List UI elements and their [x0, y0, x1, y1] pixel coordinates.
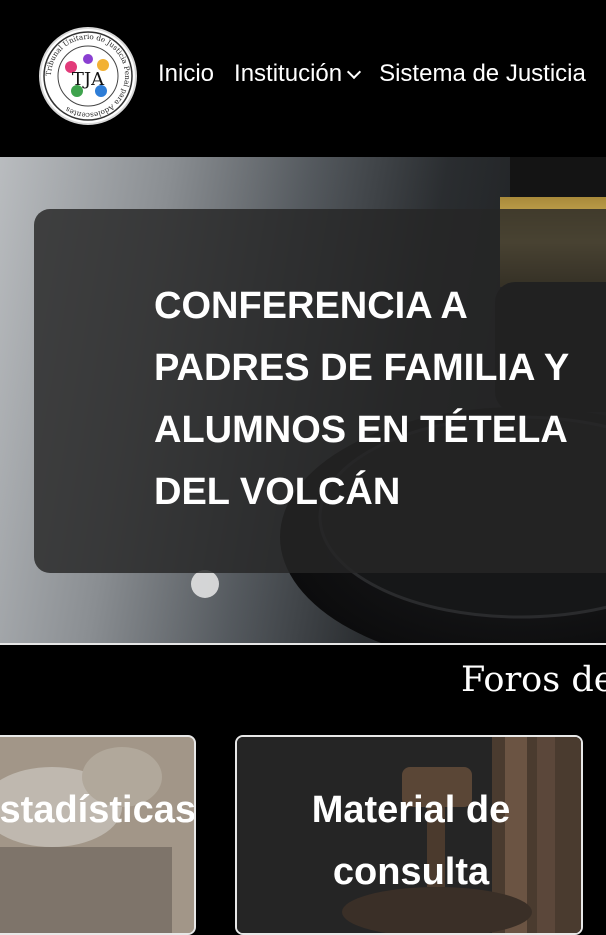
nav-item-label: Inicio	[158, 60, 215, 87]
nav-item-institucion[interactable]: Institución	[234, 60, 362, 88]
logo-emblem-icon: TJA Tribunal Unitario de Justicia Penal …	[43, 31, 133, 121]
card-sesiones-estadisticas[interactable]: Sesiones y Estadísticas	[0, 735, 196, 935]
chevron-down-icon	[347, 64, 362, 79]
section-heading: Foros de	[461, 660, 606, 700]
main-nav: Inicio Institución Sistema de Justicia	[158, 60, 606, 88]
nav-item-sistema-de-justicia[interactable]: Sistema de Justicia	[379, 60, 586, 88]
hero-title[interactable]: CONFERENCIA A PADRES DE FAMILIA Y ALUMNO…	[154, 275, 604, 523]
card-material-de-consulta[interactable]: Material de consulta	[235, 735, 583, 935]
nav-item-inicio[interactable]: Inicio	[158, 60, 214, 88]
nav-item-label: Institución	[234, 60, 343, 87]
logo-text: TJA	[72, 69, 105, 90]
site-logo[interactable]: TJA Tribunal Unitario de Justicia Penal …	[39, 27, 137, 125]
hero-banner[interactable]: CONFERENCIA A PADRES DE FAMILIA Y ALUMNO…	[0, 157, 606, 643]
site-header: TJA Tribunal Unitario de Justicia Penal …	[0, 0, 606, 157]
card-title: Sesiones y Estadísticas	[0, 789, 196, 831]
section-divider	[0, 643, 606, 645]
card-title: Material de consulta	[311, 789, 511, 893]
nav-item-label: Sistema de Justicia	[379, 60, 586, 87]
